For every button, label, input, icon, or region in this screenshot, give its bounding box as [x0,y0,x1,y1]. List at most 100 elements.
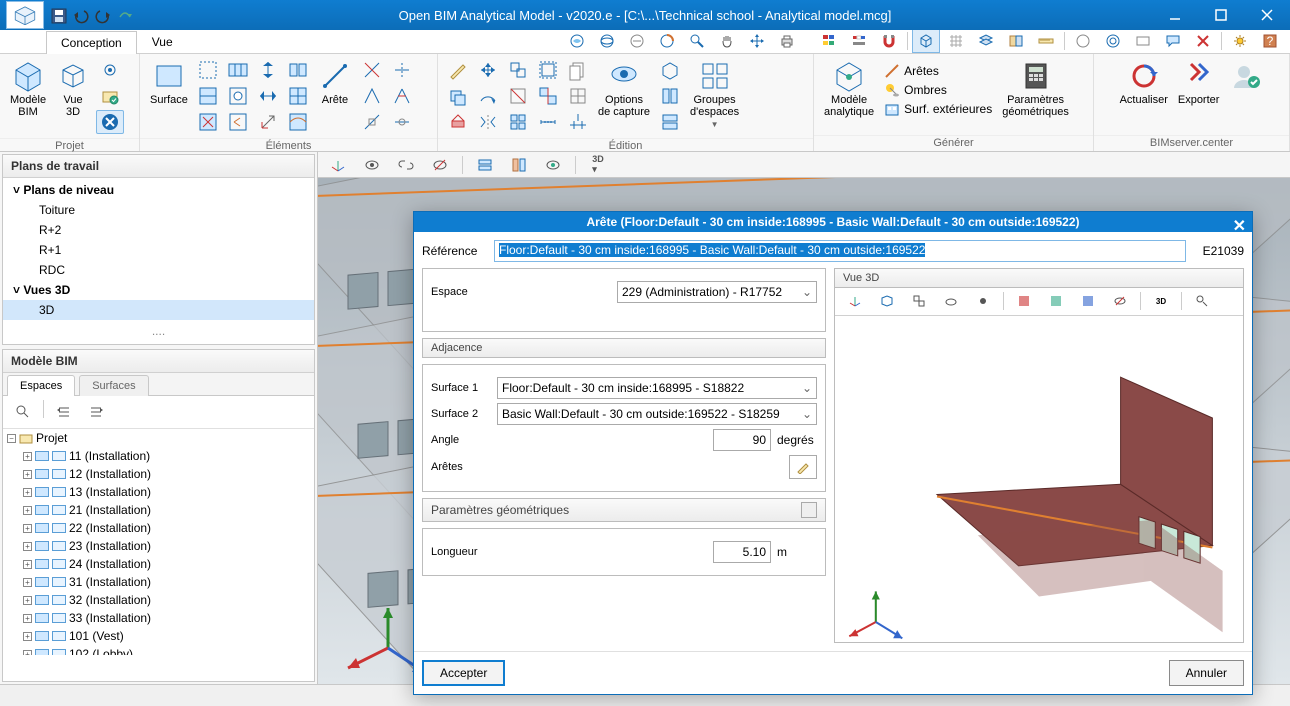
vt-3d-icon[interactable]: 3D▾ [584,153,612,177]
ed-a-icon[interactable] [444,58,472,82]
ed-j-icon[interactable] [534,58,562,82]
vt-axis-icon[interactable] [324,153,352,177]
qt-ring-icon[interactable] [1099,29,1127,53]
list-item[interactable]: +31 (Installation) [3,573,314,591]
tree-niveau-group[interactable]: ˅ Plans de niveau [3,180,314,200]
ed-o-icon[interactable] [564,110,592,134]
d3-eye-icon[interactable] [1106,289,1134,313]
minimize-button[interactable] [1152,0,1198,30]
qt-grid-icon[interactable] [942,29,970,53]
qt-x-icon[interactable] [1189,29,1217,53]
surf-f-icon[interactable] [224,110,252,134]
qt-help-icon[interactable]: ? [1256,29,1284,53]
parametres-geom-button[interactable]: Paramètres géométriques [998,58,1073,120]
pclose-icon[interactable] [96,110,124,134]
qt-icon-3[interactable] [623,29,651,53]
user-button[interactable] [1225,58,1267,94]
arete-button[interactable]: Arête [314,58,356,108]
d3-axis-icon[interactable] [841,289,869,313]
qt-zoom-icon[interactable] [683,29,711,53]
redo2-icon[interactable] [116,7,132,23]
gen-ombres-button[interactable]: Ombres [880,81,996,99]
d3-dot-icon[interactable] [969,289,997,313]
tab-conception[interactable]: Conception [46,31,137,54]
tree-item-3d[interactable]: 3D [3,300,314,320]
list-item[interactable]: +32 (Installation) [3,591,314,609]
qt-faces-icon[interactable] [1002,29,1030,53]
annuler-button[interactable]: Annuler [1169,660,1244,686]
tab-surfaces[interactable]: Surfaces [79,375,148,396]
surf-h-icon[interactable] [254,84,282,108]
surface-button[interactable]: Surface [146,58,192,108]
espaces-tree[interactable]: −Projet +11 (Installation)+12 (Installat… [3,429,314,655]
list-item[interactable]: +101 (Vest) [3,627,314,645]
undo-icon[interactable] [72,7,88,23]
qt-icon-4[interactable] [653,29,681,53]
qt-print-icon[interactable] [773,29,801,53]
surf-l-icon[interactable] [284,110,312,134]
surface1-select[interactable]: Floor:Default - 30 cm inside:168995 - S1… [497,377,817,399]
cap-c-icon[interactable] [656,110,684,134]
gen-surfext-button[interactable]: Surf. extérieures [880,100,996,118]
ar-e-icon[interactable] [388,84,416,108]
tree-item-r2[interactable]: R+2 [3,220,314,240]
cap-b-icon[interactable] [656,84,684,108]
surf-b-icon[interactable] [194,84,222,108]
redo-icon[interactable] [94,7,110,23]
list-item[interactable]: +22 (Installation) [3,519,314,537]
accepter-button[interactable]: Accepter [422,660,505,686]
tree-item-r1[interactable]: R+1 [3,240,314,260]
d3-cubes-icon[interactable] [905,289,933,313]
qt-rect-icon[interactable] [1129,29,1157,53]
d3-cube-icon[interactable] [873,289,901,313]
collapse-icon[interactable] [50,400,78,424]
modele-bim-button[interactable]: Modèle BIM [6,58,50,120]
qt-icon-1[interactable] [563,29,591,53]
list-item[interactable]: +13 (Installation) [3,483,314,501]
d3-zoom-icon[interactable] [1188,289,1216,313]
list-item[interactable]: +12 (Installation) [3,465,314,483]
aretes-edit-icon[interactable] [789,455,817,479]
exporter-button[interactable]: Exporter [1174,58,1224,108]
expand-icon[interactable] [82,400,110,424]
ed-n-icon[interactable] [564,84,592,108]
list-item[interactable]: +11 (Installation) [3,447,314,465]
ed-i-icon[interactable] [504,110,532,134]
surf-d-icon[interactable] [224,58,252,82]
vt-layer2-icon[interactable] [505,153,533,177]
options-capture-button[interactable]: Options de capture [594,58,654,120]
qt-move-icon[interactable] [743,29,771,53]
qt-flag2-icon[interactable] [845,29,873,53]
qt-settings-icon[interactable] [1226,29,1254,53]
ed-h-icon[interactable] [504,84,532,108]
ed-e-icon[interactable] [474,84,502,108]
tab-vue[interactable]: Vue [137,30,188,53]
vt-eye2-icon[interactable] [426,153,454,177]
close-button[interactable] [1244,0,1290,30]
maximize-button[interactable] [1198,0,1244,30]
ar-f-icon[interactable] [388,110,416,134]
surf-i-icon[interactable] [254,110,282,134]
surf-k-icon[interactable] [284,84,312,108]
vt-layer1-icon[interactable] [471,153,499,177]
reference-input[interactable]: Floor:Default - 30 cm inside:168995 - Ba… [494,240,1186,262]
surf-c-icon[interactable] [194,110,222,134]
ed-l-icon[interactable] [534,110,562,134]
ed-f-icon[interactable] [474,110,502,134]
qt-magnet-icon[interactable] [875,29,903,53]
surf-a-icon[interactable] [194,58,222,82]
list-item[interactable]: +23 (Installation) [3,537,314,555]
ed-b-icon[interactable] [444,84,472,108]
d3-3d-icon[interactable]: 3D [1147,289,1175,313]
tree-item-toiture[interactable]: Toiture [3,200,314,220]
ar-c-icon[interactable] [358,110,386,134]
surf-e-icon[interactable] [224,84,252,108]
d3-f2-icon[interactable] [1042,289,1070,313]
cap-a-icon[interactable] [656,58,684,82]
list-item[interactable]: +24 (Installation) [3,555,314,573]
tree-item-rdc[interactable]: RDC [3,260,314,280]
d3-cloud-icon[interactable] [937,289,965,313]
angle-input[interactable] [713,429,771,451]
qt-icon-2[interactable] [593,29,621,53]
actualiser-button[interactable]: Actualiser [1116,58,1172,108]
